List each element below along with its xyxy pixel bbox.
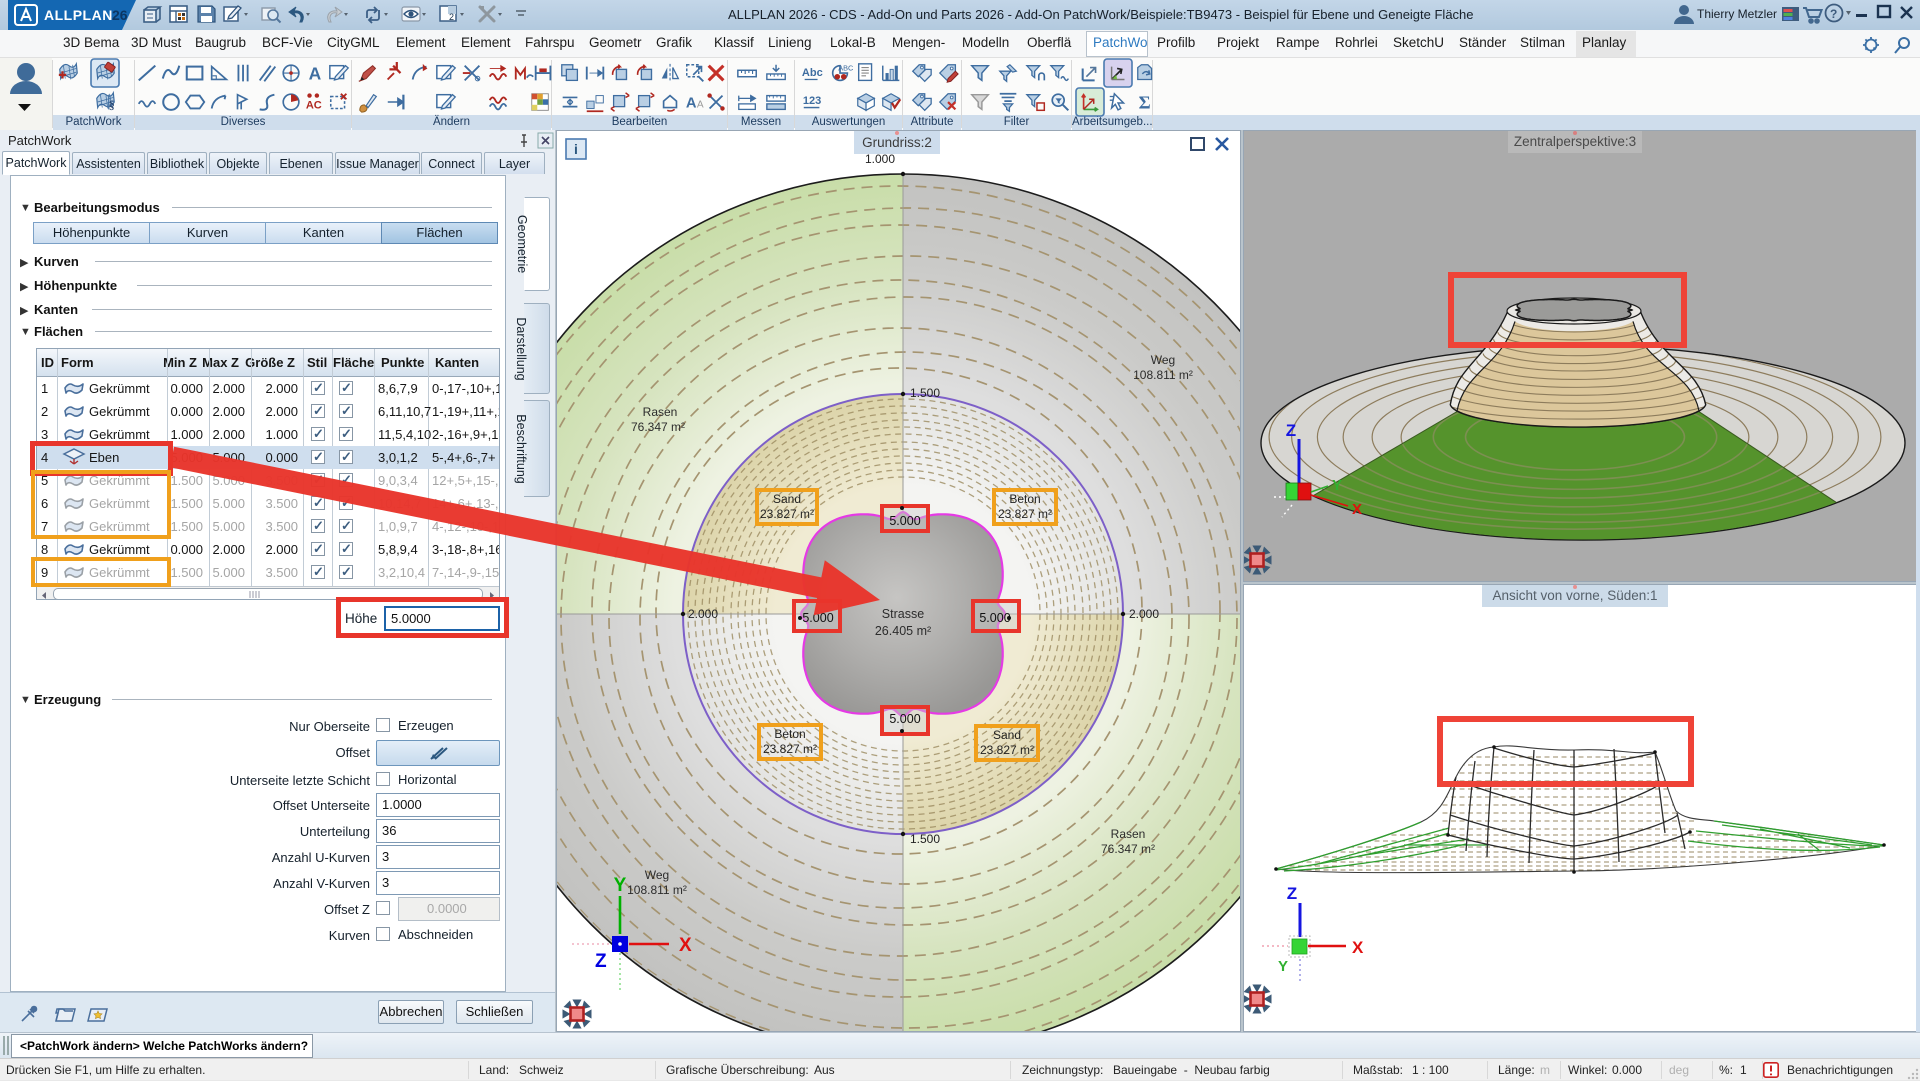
svg-text:Z: Z: [1287, 884, 1297, 903]
svg-text:23.827 m²: 23.827 m²: [980, 743, 1034, 757]
svg-text:Beton: Beton: [1009, 492, 1040, 506]
svg-text:Rasen: Rasen: [1111, 827, 1146, 841]
svg-text:Thierry Metzler: Thierry Metzler: [1697, 7, 1777, 21]
svg-text:2.000: 2.000: [688, 607, 718, 621]
svg-text:Beton: Beton: [774, 727, 805, 741]
svg-text:X: X: [1352, 938, 1364, 957]
svg-text:Grundriss:2: Grundriss:2: [862, 135, 932, 150]
svg-text:X: X: [1352, 501, 1362, 518]
svg-text:Σ: Σ: [1139, 92, 1151, 112]
svg-text:Weg: Weg: [1151, 353, 1175, 367]
svg-text:5.000: 5.000: [889, 514, 920, 528]
svg-text:26.405 m²: 26.405 m²: [875, 624, 931, 638]
svg-text:Y: Y: [1332, 477, 1342, 494]
svg-text:2: 2: [449, 12, 454, 22]
svg-text:1.500: 1.500: [910, 386, 940, 400]
svg-text:Rasen: Rasen: [643, 405, 678, 419]
svg-text:Strasse: Strasse: [882, 607, 924, 621]
svg-text:A: A: [697, 100, 704, 111]
svg-text:§: §: [109, 97, 115, 111]
svg-text:23.827 m²: 23.827 m²: [763, 742, 817, 756]
svg-text:1.500: 1.500: [910, 832, 940, 846]
svg-text:Weg: Weg: [645, 868, 669, 882]
svg-text:Y: Y: [614, 875, 627, 896]
svg-text:A: A: [309, 63, 322, 83]
svg-text:108.811 m²: 108.811 m²: [627, 883, 687, 897]
svg-text:Zentralperspektive:3: Zentralperspektive:3: [1514, 134, 1636, 149]
svg-text:23.827 m²: 23.827 m²: [760, 507, 814, 521]
svg-text:2.000: 2.000: [1129, 607, 1159, 621]
svg-text:5.000: 5.000: [802, 611, 833, 625]
svg-text:76.347 m²: 76.347 m²: [1101, 842, 1155, 856]
svg-text:AC: AC: [306, 99, 322, 111]
svg-text:Sand: Sand: [773, 492, 801, 506]
svg-text:ABC: ABC: [838, 63, 854, 72]
svg-text:108.811 m²: 108.811 m²: [1133, 368, 1193, 382]
svg-text:123: 123: [803, 95, 821, 107]
svg-text:5.000: 5.000: [979, 611, 1010, 625]
svg-text:A: A: [686, 96, 697, 112]
svg-text:23.827 m²: 23.827 m²: [998, 507, 1052, 521]
svg-text:Ansicht von vorne, Süden:1: Ansicht von vorne, Süden:1: [1492, 588, 1657, 603]
svg-text:76.347 m²: 76.347 m²: [631, 420, 685, 434]
svg-text:Y: Y: [1278, 958, 1288, 975]
svg-text:X: X: [679, 935, 692, 956]
svg-text:Sand: Sand: [993, 728, 1021, 742]
svg-text:Abc: Abc: [802, 67, 823, 79]
svg-text:1.000: 1.000: [865, 152, 895, 166]
svg-text:?: ?: [1830, 7, 1837, 21]
svg-text:5.000: 5.000: [889, 712, 920, 726]
svg-text:Z: Z: [1286, 421, 1296, 440]
svg-text:i: i: [574, 141, 578, 157]
svg-text:Z: Z: [595, 951, 607, 972]
